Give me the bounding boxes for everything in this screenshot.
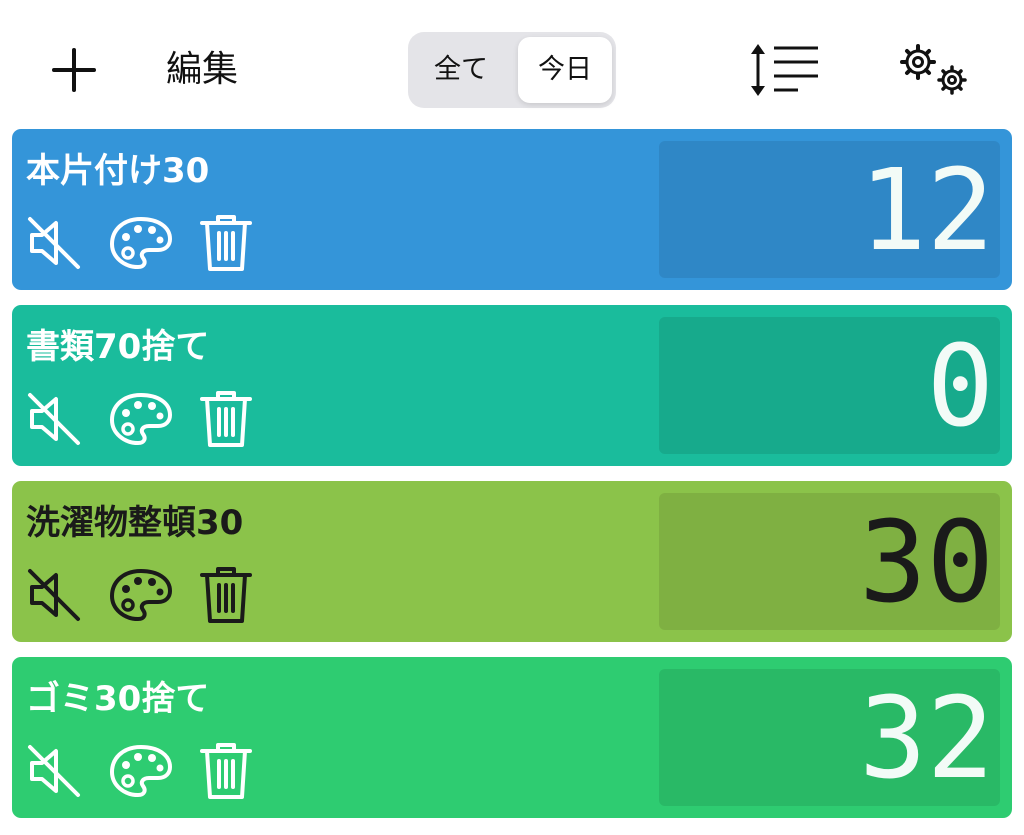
task-title: 洗濯物整頓30 xyxy=(26,503,244,543)
gears-icon xyxy=(900,44,967,95)
counter-display[interactable]: 12 xyxy=(659,141,1000,278)
plus-icon xyxy=(52,48,96,92)
palette-icon[interactable] xyxy=(108,213,172,273)
settings-button[interactable] xyxy=(898,40,974,100)
task-card[interactable]: 洗濯物整頓30 30 xyxy=(12,481,1012,642)
counter-display[interactable]: 0 xyxy=(659,317,1000,454)
task-actions xyxy=(22,565,262,625)
palette-icon[interactable] xyxy=(108,389,172,449)
trash-icon[interactable] xyxy=(198,213,262,273)
counter-display[interactable]: 30 xyxy=(659,493,1000,630)
task-title: ゴミ30捨て xyxy=(26,679,210,719)
counter-value: 0 xyxy=(926,322,994,452)
add-button[interactable] xyxy=(50,46,98,94)
mute-icon[interactable] xyxy=(24,741,88,801)
task-list: 本片付け30 12 書類70捨て 0 洗濯物整頓30 30 ゴミ30捨て 32 xyxy=(12,129,1012,833)
mute-icon[interactable] xyxy=(24,389,88,449)
trash-icon[interactable] xyxy=(198,565,262,625)
segment-all[interactable]: 全て xyxy=(414,37,508,103)
sort-button[interactable] xyxy=(744,42,824,98)
segment-today[interactable]: 今日 xyxy=(518,37,612,103)
task-card[interactable]: 書類70捨て 0 xyxy=(12,305,1012,466)
counter-display[interactable]: 32 xyxy=(659,669,1000,806)
counter-value: 30 xyxy=(859,498,994,628)
edit-button[interactable]: 編集 xyxy=(166,48,238,92)
toolbar: 編集 全て 今日 xyxy=(0,0,1024,126)
filter-segmented-control: 全て 今日 xyxy=(408,32,616,108)
counter-value: 12 xyxy=(859,146,994,276)
task-title: 本片付け30 xyxy=(26,151,210,191)
palette-icon[interactable] xyxy=(108,565,172,625)
sort-lines-icon xyxy=(751,44,818,96)
mute-icon[interactable] xyxy=(24,565,88,625)
trash-icon[interactable] xyxy=(198,389,262,449)
task-actions xyxy=(22,389,262,449)
task-title: 書類70捨て xyxy=(26,327,210,367)
mute-icon[interactable] xyxy=(24,213,88,273)
task-actions xyxy=(22,213,262,273)
task-card[interactable]: ゴミ30捨て 32 xyxy=(12,657,1012,818)
trash-icon[interactable] xyxy=(198,741,262,801)
task-card[interactable]: 本片付け30 12 xyxy=(12,129,1012,290)
palette-icon[interactable] xyxy=(108,741,172,801)
task-actions xyxy=(22,741,262,801)
counter-value: 32 xyxy=(859,674,994,804)
